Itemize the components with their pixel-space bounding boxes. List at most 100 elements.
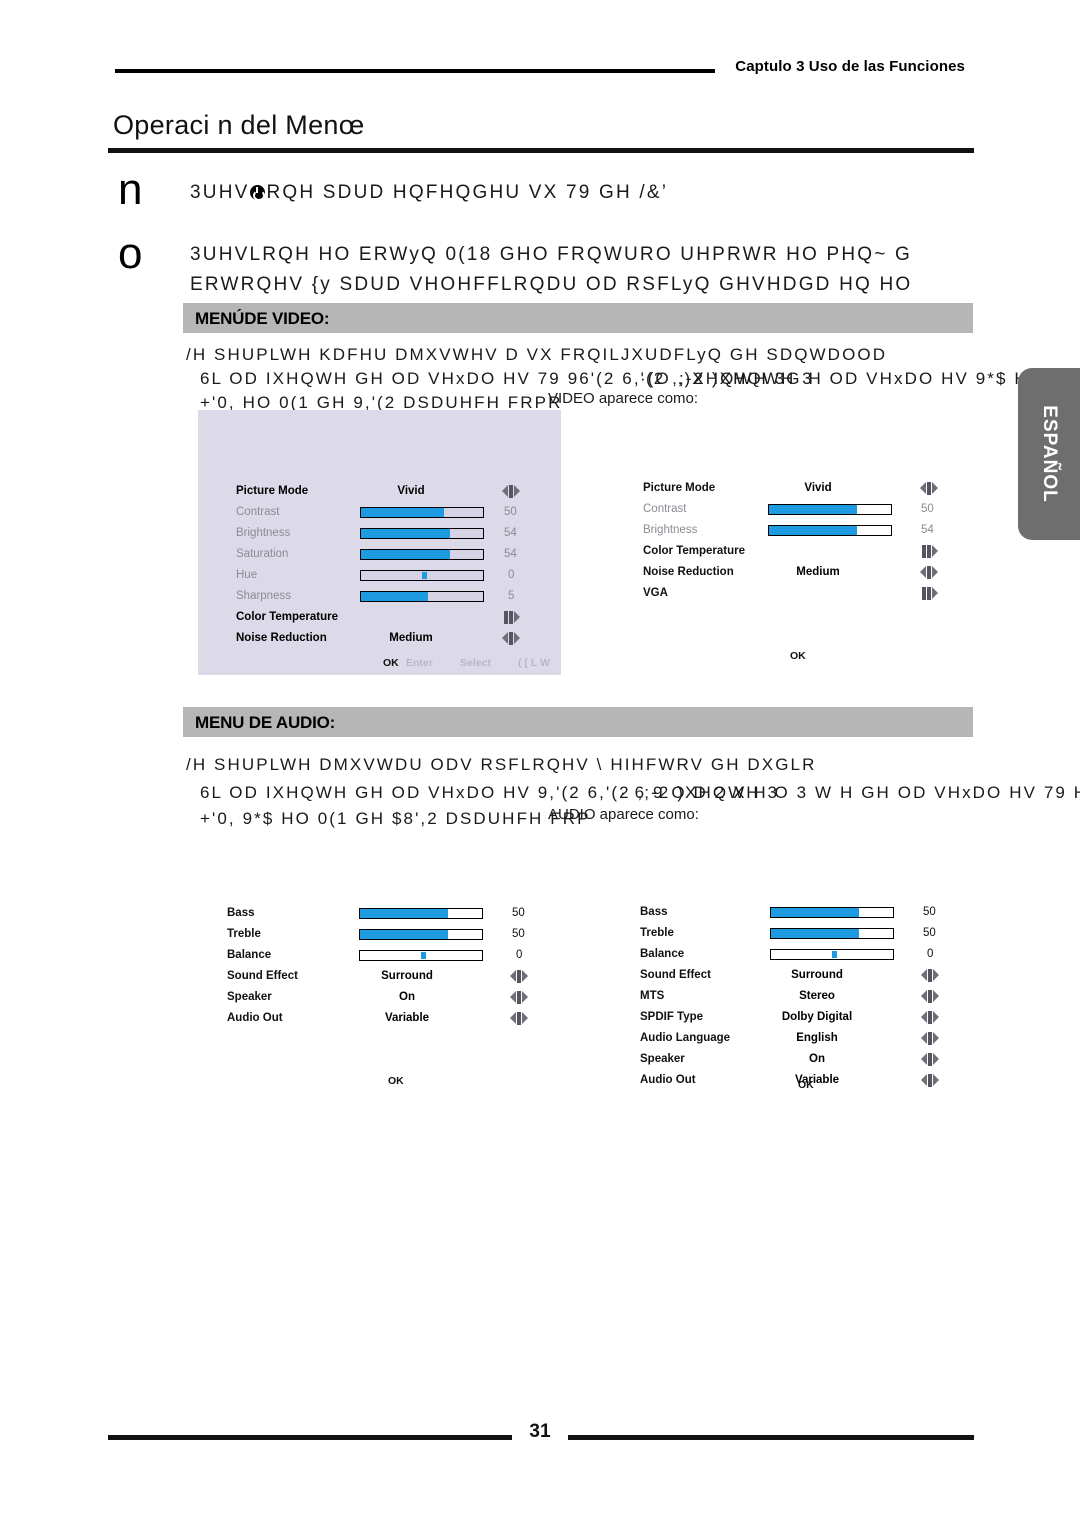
slider-fill	[361, 592, 429, 601]
slider-track[interactable]	[360, 591, 484, 602]
slider-track[interactable]	[360, 528, 484, 539]
left-right-arrows-icon[interactable]	[510, 991, 528, 1004]
osd-row-number: 50	[923, 927, 936, 939]
osd-row-label: Treble	[227, 928, 261, 940]
slider-track[interactable]	[359, 950, 483, 961]
slider-track[interactable]	[359, 929, 483, 940]
osd-row-number: 5	[508, 590, 515, 602]
osd-row[interactable]: Audio Out Variable	[227, 1012, 547, 1028]
osd-row-value: Vivid	[397, 485, 425, 497]
bullet-glyph: n	[118, 165, 143, 214]
osd-row[interactable]: Noise Reduction Medium	[236, 632, 546, 648]
bullet-item-2: o 3UHVLRQH HO ERWyQ 0(18 GHO FRQWURO UHP…	[118, 232, 1080, 302]
slider-fill	[771, 908, 859, 917]
osd-row[interactable]: Speaker On	[640, 1053, 960, 1069]
osd-row[interactable]: Balance 0	[227, 949, 547, 965]
osd-panel-video-tv: Picture Mode Vivid Contrast 50 Brightnes…	[198, 410, 561, 675]
slider-track[interactable]	[359, 908, 483, 919]
slider-track[interactable]	[768, 504, 892, 515]
osd-row-label: SPDIF Type	[640, 1011, 704, 1023]
osd-row[interactable]: Hue 0	[236, 569, 546, 585]
osd-row-value: Dolby Digital	[781, 1011, 853, 1023]
left-right-arrows-icon[interactable]	[921, 990, 939, 1003]
osd-row[interactable]: Treble 50	[227, 928, 547, 944]
title-rule	[108, 148, 974, 153]
osd-row[interactable]: Balance 0	[640, 948, 960, 964]
slider-fill	[360, 909, 448, 918]
osd-row[interactable]: Bass 50	[640, 906, 960, 922]
osd-row[interactable]: MTS Stereo	[640, 990, 960, 1006]
osd-row[interactable]: Speaker On	[227, 991, 547, 1007]
osd-row[interactable]: Contrast 50	[236, 506, 546, 522]
osd-row[interactable]: Treble 50	[640, 927, 960, 943]
osd-row[interactable]: Brightness 54	[236, 527, 546, 543]
slider-track[interactable]	[770, 949, 894, 960]
left-right-arrows-icon[interactable]	[921, 969, 939, 982]
left-right-arrows-icon[interactable]	[510, 970, 528, 983]
slider-track[interactable]	[360, 507, 484, 518]
osd-row-number: 54	[504, 527, 517, 539]
left-right-arrows-icon[interactable]	[921, 1011, 939, 1024]
osd-hint-ok: OK	[388, 1075, 404, 1087]
osd-row-label: MTS	[640, 990, 665, 1002]
slider-track[interactable]	[770, 907, 894, 918]
osd-row[interactable]: Sound Effect Surround	[640, 969, 960, 985]
left-right-arrows-icon[interactable]	[920, 482, 938, 495]
osd-row-label: Picture Mode	[236, 485, 309, 497]
osd-row[interactable]: Saturation 54	[236, 548, 546, 564]
left-right-arrows-icon[interactable]	[921, 1032, 939, 1045]
slider-fill	[361, 508, 444, 517]
osd-row[interactable]: Bass 50	[227, 907, 547, 923]
footer-rule-right	[568, 1435, 974, 1440]
osd-row-value: Medium	[796, 566, 840, 578]
osd-row[interactable]: Sharpness 5	[236, 590, 546, 606]
left-right-arrows-icon[interactable]	[502, 632, 520, 645]
osd-row[interactable]: Noise Reduction Medium	[643, 566, 963, 582]
left-right-arrows-icon[interactable]	[921, 1074, 939, 1087]
slider-fill	[769, 505, 857, 514]
osd-row[interactable]: Color Temperature	[236, 611, 546, 627]
osd-row-number: 54	[921, 524, 934, 536]
osd-row-number: 50	[921, 503, 934, 515]
slider-knob	[421, 952, 426, 959]
submenu-arrow-icon[interactable]	[920, 545, 938, 558]
osd-row-number: 0	[508, 569, 515, 581]
bullet-item-1: n 3UHV RQH SDUD HQFHQGHU VX 79 GH /&’	[118, 168, 1018, 228]
submenu-arrow-icon[interactable]	[502, 611, 520, 624]
osd-row-label: Noise Reduction	[236, 632, 327, 644]
power-icon	[250, 185, 266, 201]
osd-row[interactable]: Audio Language English	[640, 1032, 960, 1048]
slider-track[interactable]	[360, 570, 484, 581]
osd-row-value: On	[399, 991, 415, 1003]
osd-row[interactable]: Brightness 54	[643, 524, 963, 540]
audio-overlay-text: AUDIO aparece como:	[548, 806, 699, 823]
osd-row[interactable]: Sound Effect Surround	[227, 970, 547, 986]
osd-row[interactable]: Contrast 50	[643, 503, 963, 519]
slider-track[interactable]	[768, 525, 892, 536]
submenu-arrow-icon[interactable]	[920, 587, 938, 600]
osd-row-number: 50	[512, 928, 525, 940]
osd-row[interactable]: Color Temperature	[643, 545, 963, 561]
page-header: Captulo 3 Uso de las Funciones	[115, 58, 965, 84]
left-right-arrows-icon[interactable]	[921, 1053, 939, 1066]
left-right-arrows-icon[interactable]	[502, 485, 520, 498]
left-right-arrows-icon[interactable]	[920, 566, 938, 579]
osd-row-value: English	[796, 1032, 838, 1044]
section-heading-video-label: MENÚDE VIDEO:	[195, 309, 330, 328]
osd-row-number: 50	[512, 907, 525, 919]
chapter-label: Captulo 3 Uso de las Funciones	[735, 58, 965, 75]
bullet-text-before: 3UHV	[190, 182, 250, 203]
osd-row-number: 50	[504, 506, 517, 518]
slider-track[interactable]	[360, 549, 484, 560]
osd-row[interactable]: Picture Mode Vivid	[236, 485, 546, 501]
slider-fill	[361, 550, 451, 559]
osd-row[interactable]: SPDIF Type Dolby Digital	[640, 1011, 960, 1027]
left-right-arrows-icon[interactable]	[510, 1012, 528, 1025]
osd-row[interactable]: VGA	[643, 587, 963, 603]
audio-para-line2b: · 6 9 O D 2 X H O 3 W H GH OD VHxDO HV 7…	[620, 783, 1080, 802]
slider-track[interactable]	[770, 928, 894, 939]
osd-hint-ok: OK	[798, 1079, 814, 1091]
osd-row[interactable]: Picture Mode Vivid	[643, 482, 963, 498]
section-heading-audio-label: MENU DE AUDIO:	[195, 713, 336, 732]
osd-row-label: Sound Effect	[640, 969, 711, 981]
